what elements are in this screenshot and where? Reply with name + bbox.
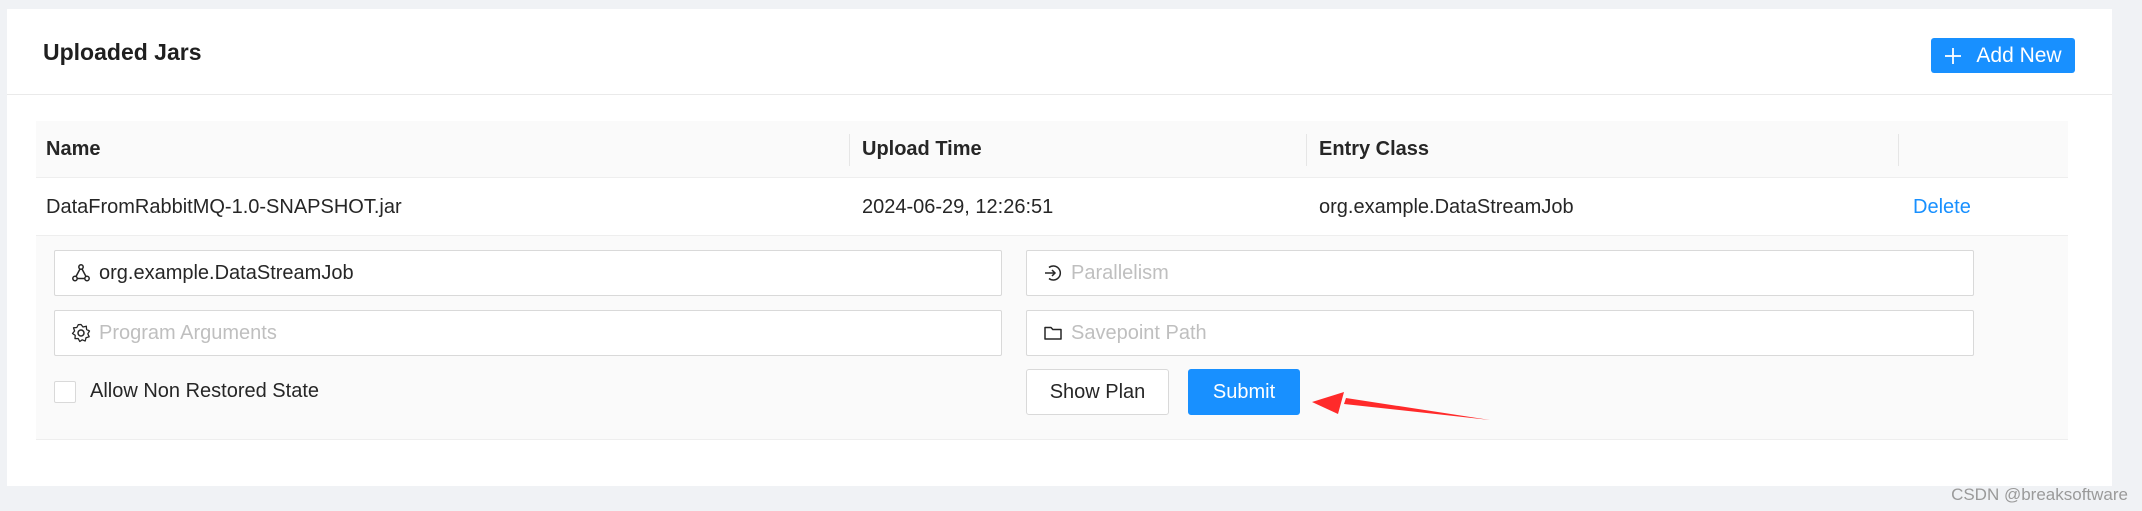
card-header: Uploaded Jars Add New <box>7 9 2112 95</box>
plus-icon <box>1945 47 1962 64</box>
column-header-upload-time: Upload Time <box>862 138 982 160</box>
add-new-button[interactable]: Add New <box>1931 38 2075 73</box>
table-header: Name Upload Time Entry Class <box>36 121 2068 178</box>
entry-class-value: org.example.DataStreamJob <box>99 261 354 284</box>
entry-class-cell: org.example.DataStreamJob <box>1319 196 1574 218</box>
table-row[interactable]: DataFromRabbitMQ-1.0-SNAPSHOT.jar 2024-0… <box>36 178 2068 236</box>
program-arguments-field[interactable] <box>54 310 1002 356</box>
program-arguments-input[interactable] <box>99 321 1001 345</box>
parallelism-field[interactable] <box>1026 250 1974 296</box>
entry-class-field[interactable]: org.example.DataStreamJob <box>54 250 1002 296</box>
column-divider <box>1898 134 1899 166</box>
add-new-label: Add New <box>1976 43 2062 67</box>
jars-table: Name Upload Time Entry Class DataFromRab… <box>36 121 2068 440</box>
jar-name-cell: DataFromRabbitMQ-1.0-SNAPSHOT.jar <box>46 196 402 218</box>
watermark: CSDN @breaksoftware <box>1951 485 2128 504</box>
upload-time-cell: 2024-06-29, 12:26:51 <box>862 196 1054 218</box>
card-title: Uploaded Jars <box>43 39 202 65</box>
delete-link[interactable]: Delete <box>1913 178 1971 236</box>
annotation-arrow <box>1312 392 1490 420</box>
allow-non-restored-checkbox[interactable] <box>54 380 76 403</box>
allow-non-restored-label: Allow Non Restored State <box>90 380 320 402</box>
submit-button[interactable]: Submit <box>1188 369 1300 415</box>
allow-non-restored-state[interactable]: Allow Non Restored State <box>54 380 319 403</box>
login-icon <box>1045 265 1062 281</box>
folder-icon <box>1044 326 1062 340</box>
column-divider <box>1306 134 1307 166</box>
savepoint-path-field[interactable] <box>1026 310 1974 356</box>
show-plan-button[interactable]: Show Plan <box>1026 369 1169 415</box>
parallelism-input[interactable] <box>1071 261 1973 285</box>
column-header-name: Name <box>46 138 101 160</box>
cluster-icon <box>72 264 90 282</box>
savepoint-path-input[interactable] <box>1071 321 1973 345</box>
column-header-entry-class: Entry Class <box>1319 138 1430 160</box>
column-divider <box>849 134 850 166</box>
setting-icon <box>71 323 91 343</box>
submit-job-panel: org.example.DataStreamJob Parallelism Pr… <box>36 236 2068 440</box>
